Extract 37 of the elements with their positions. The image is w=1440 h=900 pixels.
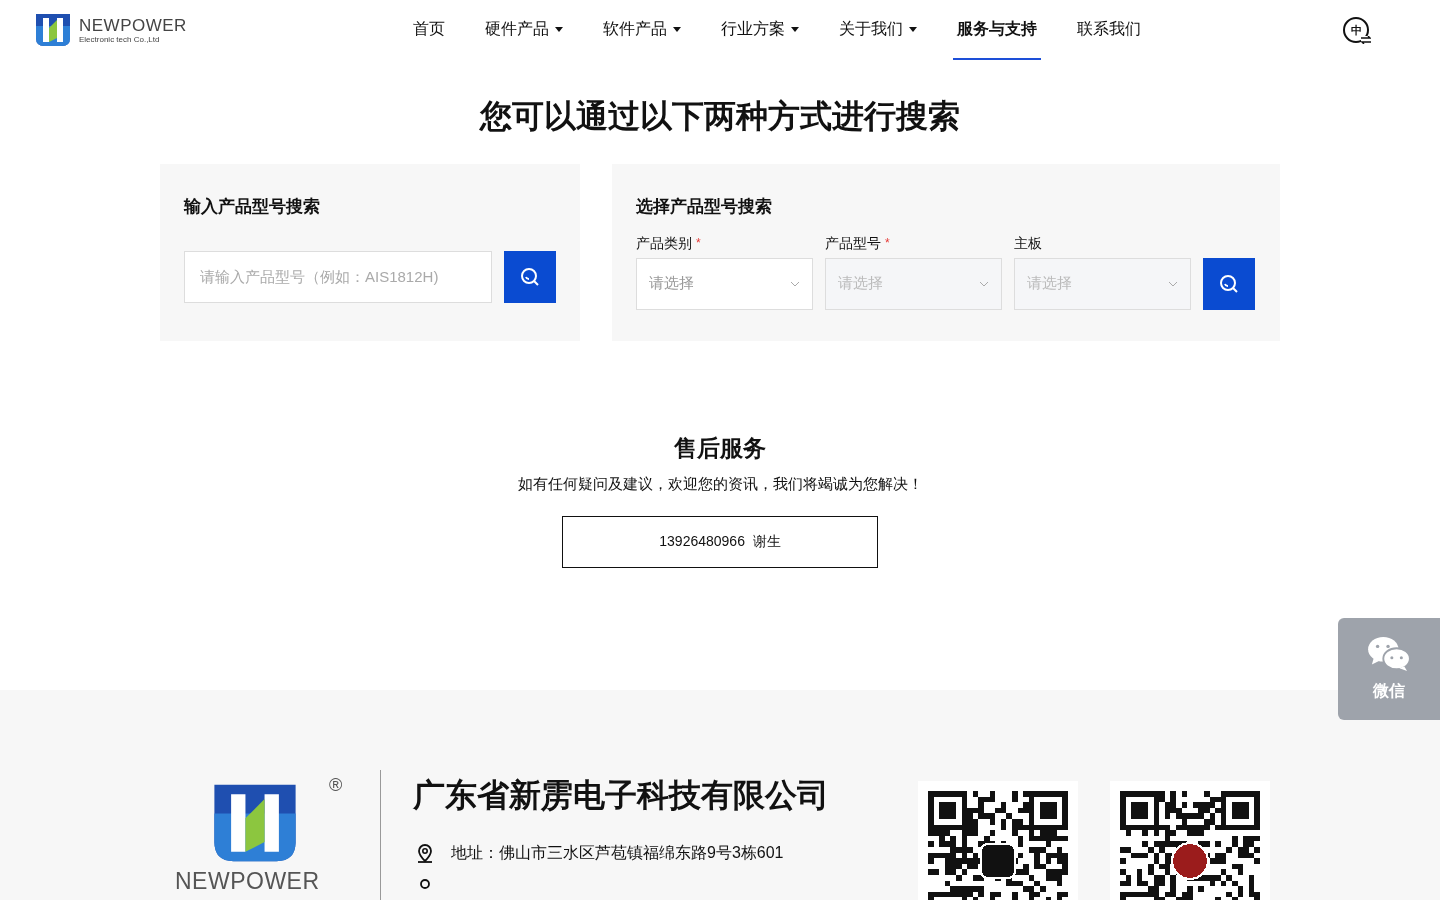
chevron-down-icon [979,280,989,287]
swap-arrows-icon [1361,36,1371,44]
contact-box: 13926480966 谢生 [562,515,878,568]
chevron-down-icon [1168,280,1178,287]
logo-name: NEWPOWER [79,16,187,34]
required-mark: * [696,234,701,252]
search-button[interactable] [504,250,556,303]
address-text: 地址：佛山市三水区芦苞镇福绵东路9号3栋601 [451,843,784,863]
field-label: 产品类别 [636,233,692,252]
nav-item[interactable]: 联系我们 [1073,0,1145,60]
nav-item[interactable]: 关于我们 [835,0,921,60]
nav-item[interactable]: 首页 [409,0,449,60]
nav-item[interactable]: 行业方案 [717,0,803,60]
logo-tagline: Electronic tech Co.,Ltd [79,35,161,44]
page-title: 您可以通过以下两种方式进行搜索 [478,97,961,136]
footer-logo-name: NEWPOWER [175,868,320,894]
logo-mark-icon [33,12,73,48]
search-icon [1219,273,1239,294]
wechat-icon [1366,635,1412,673]
company-name: 广东省新雳电子科技有限公司 [413,776,830,815]
model-input-field[interactable]: 请输入产品型号（例如：AIS1812H) [184,250,492,303]
search-button[interactable] [1203,257,1255,310]
chevron-down-icon [790,280,800,287]
panel-title: 选择产品型号搜索 [636,196,773,218]
field-label: 主板 [1014,233,1042,252]
required-mark: * [885,234,890,252]
panel-title: 输入产品型号搜索 [184,196,321,218]
field-label: 产品型号 [825,233,881,252]
nav-item[interactable]: 软件产品 [599,0,685,60]
language-switch-button[interactable]: 中 [1343,17,1369,43]
nav-item[interactable]: 硬件产品 [481,0,567,60]
registered-mark: ® [329,774,343,797]
circle-icon [420,879,430,889]
nav-item[interactable]: 服务与支持 [953,0,1041,60]
search-icon [520,266,540,287]
service-text: 如有任何疑问及建议，欢迎您的资讯，我们将竭诚为您解决！ [517,474,923,494]
service-title: 售后服务 [674,434,766,463]
